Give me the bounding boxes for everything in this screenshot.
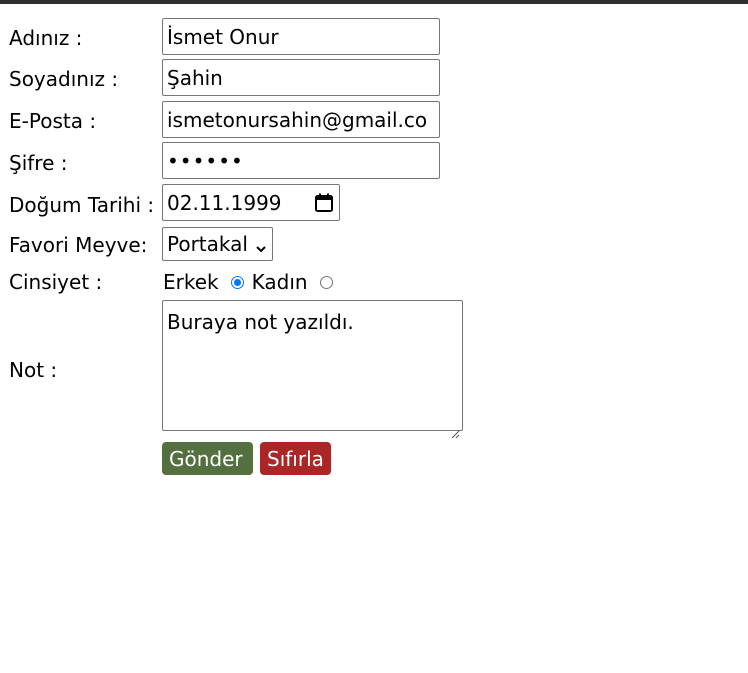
name-label: Adınız : bbox=[9, 26, 83, 50]
registration-form: Adınız : İsmet Onur Soyadınız : Şahin E-… bbox=[0, 0, 748, 673]
birthdate-label: Doğum Tarihi : bbox=[9, 193, 155, 217]
name-input[interactable]: İsmet Onur bbox=[162, 18, 440, 55]
submit-button[interactable]: Gönder bbox=[162, 442, 253, 475]
email-label: E-Posta : bbox=[9, 109, 97, 133]
fruit-label: Favori Meyve: bbox=[9, 233, 148, 257]
gender-label: Cinsiyet : bbox=[9, 270, 103, 294]
gender-radio-group: Erkek Kadın bbox=[163, 268, 347, 296]
reset-button[interactable]: Sıfırla bbox=[260, 442, 331, 475]
gender-option-label-male: Erkek bbox=[163, 270, 219, 294]
note-label: Not : bbox=[9, 358, 58, 382]
fruit-select[interactable]: Portakal bbox=[162, 227, 273, 261]
chevron-down-icon bbox=[254, 237, 268, 253]
reset-button-label: Sıfırla bbox=[267, 446, 324, 471]
email-input[interactable]: ismetonursahin@gmail.co bbox=[162, 101, 440, 138]
gender-option-label-female: Kadın bbox=[251, 270, 308, 294]
birthdate-input[interactable]: 02.11.1999 bbox=[162, 184, 340, 221]
surname-label: Soyadınız : bbox=[9, 67, 119, 91]
resize-grip-icon[interactable] bbox=[451, 419, 460, 439]
surname-input[interactable]: Şahin bbox=[162, 59, 440, 96]
fruit-select-value: Portakal bbox=[167, 232, 248, 256]
note-textarea-value: Buraya not yazıldı. bbox=[167, 310, 354, 334]
birthdate-input-value: 02.11.1999 bbox=[167, 190, 282, 215]
password-label: Şifre : bbox=[9, 151, 68, 175]
submit-button-label: Gönder bbox=[169, 446, 243, 471]
surname-input-value: Şahin bbox=[167, 65, 223, 90]
gender-radio-male[interactable] bbox=[230, 275, 244, 289]
name-input-value: İsmet Onur bbox=[167, 24, 279, 49]
note-textarea[interactable]: Buraya not yazıldı. bbox=[162, 300, 463, 439]
gender-radio-female[interactable] bbox=[319, 275, 333, 289]
email-input-value: ismetonursahin@gmail.co bbox=[167, 107, 428, 132]
password-input-value: •••••• bbox=[167, 148, 244, 173]
calendar-icon[interactable] bbox=[313, 192, 335, 214]
password-input[interactable]: •••••• bbox=[162, 142, 440, 179]
